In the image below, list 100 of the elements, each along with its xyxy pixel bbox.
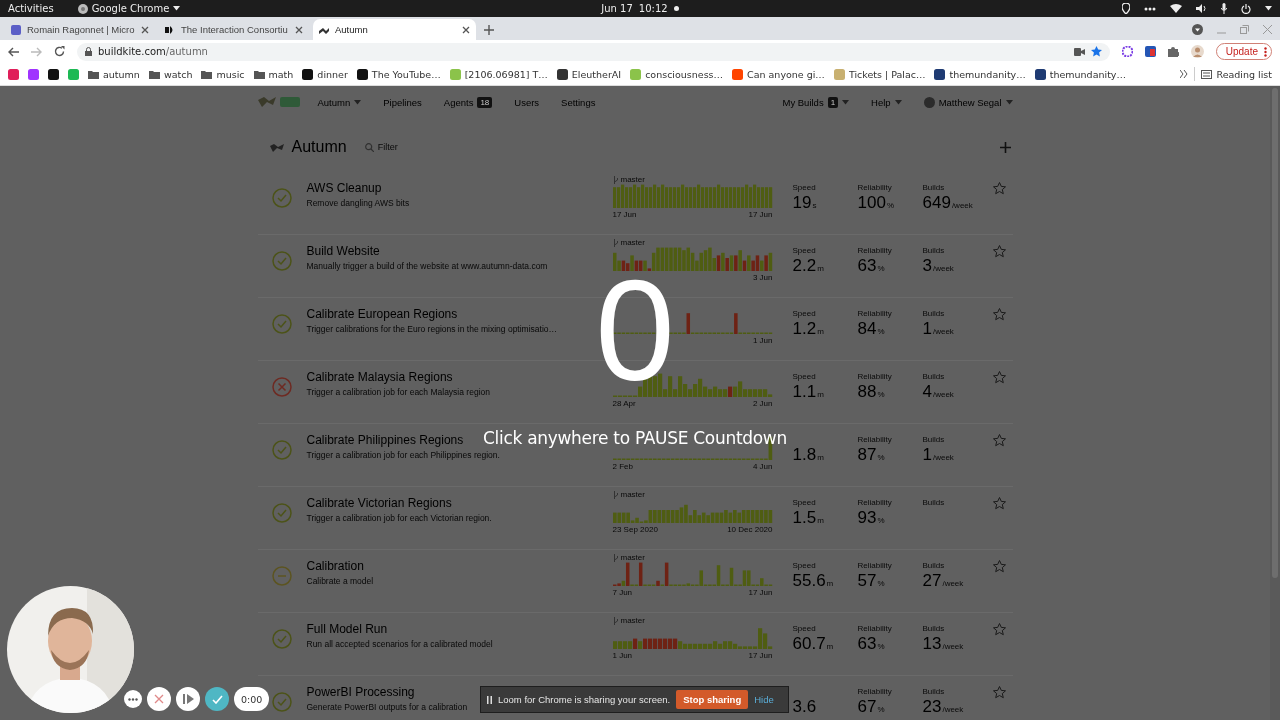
stat-unit: /week [951, 201, 973, 210]
stat-value: 88 [857, 382, 877, 402]
chart-date: 3 Jun [752, 273, 773, 282]
stat-label: Reliability [857, 372, 893, 381]
stat-value: 84 [857, 319, 877, 339]
bookmark[interactable]: EleutherAI [556, 68, 622, 80]
activities-button[interactable]: Activities [8, 3, 54, 14]
stat-label: Speed [792, 498, 817, 507]
stat-value: 19 [792, 193, 812, 213]
stat-label: Reliability [857, 498, 893, 507]
stat-unit: /week [932, 327, 954, 336]
stat-value: 27 [922, 571, 942, 591]
stat-label: Builds [922, 183, 946, 192]
countdown-message[interactable]: Click anywhere to PAUSE Countdown [483, 428, 787, 448]
bookmark[interactable]: math [253, 68, 294, 80]
stat-unit: m [826, 579, 834, 588]
stat-label: Reliability [857, 624, 893, 633]
bookmark[interactable]: dinner [302, 68, 348, 80]
banner-message: Loom for Chrome is sharing your screen. [498, 694, 671, 705]
clock-time[interactable]: 10:12 [638, 3, 668, 14]
stat-unit: % [877, 579, 885, 588]
stat-label: Reliability [857, 687, 893, 696]
stat-label: Builds [922, 435, 946, 444]
chart-date: 1 Jun [612, 651, 633, 660]
stat-unit: s [812, 201, 817, 210]
stat-label: Builds [922, 372, 946, 381]
stat-label: Builds [922, 624, 946, 633]
bookmark[interactable]: themundanity… [1034, 68, 1126, 80]
pipeline-description: Generate PowerBI outputs for a calibration [306, 702, 468, 712]
filter-field[interactable]: Filter [377, 142, 478, 152]
pipeline-description: Remove dangling AWS bits [306, 198, 410, 208]
browser-tab[interactable]: Romain Ragonnet | Micro [5, 19, 155, 40]
pipeline-description: Calibrate a model [306, 576, 374, 586]
browser-tab[interactable]: The Interaction Consortiu [159, 19, 309, 40]
reading-list-button[interactable]: Reading list [1201, 68, 1272, 80]
bookmark[interactable]: themundanity… [934, 68, 1026, 80]
app-menu[interactable]: Google Chrome [77, 3, 181, 14]
stat-value: 63 [857, 256, 877, 276]
browser-tab[interactable]: Autumn [313, 19, 476, 40]
pipeline-description: Run all accepted scenarios for a calibrated model [306, 639, 493, 649]
stat-label: Reliability [857, 183, 893, 192]
bookmark[interactable]: watch [148, 68, 193, 80]
branch-name: master [620, 616, 645, 625]
stat-value: 100 [857, 193, 886, 213]
chart-date: 17 Jun [612, 210, 637, 219]
chart-date: 28 Apr [612, 399, 636, 408]
stat-unit: % [877, 705, 885, 714]
stat-value: 67 [857, 697, 877, 717]
stat-label: Reliability [857, 309, 893, 318]
chart-date: 10 Dec 2020 [727, 525, 773, 534]
chart-date: 23 Sep 2020 [612, 525, 658, 534]
stat-value: 63 [857, 634, 877, 654]
url-path: /autumn [165, 46, 208, 57]
stat-label: Speed [792, 624, 817, 633]
stat-label: Builds [922, 561, 946, 570]
stat-label: Speed [792, 183, 817, 192]
bookmark[interactable]: autumn [88, 68, 140, 80]
stat-unit: /week [932, 390, 954, 399]
branch-name: master [620, 553, 645, 562]
stat-unit: % [877, 327, 885, 336]
stat-label: Speed [792, 561, 817, 570]
stat-value: 57 [857, 571, 877, 591]
bookmark[interactable]: consciousness… [630, 68, 724, 80]
stat-unit: % [877, 642, 885, 651]
nav-link[interactable]: My Builds 1 [782, 96, 850, 108]
page-title: Autumn [291, 138, 347, 156]
stat-value: 1.2 [792, 319, 817, 339]
stat-unit: % [877, 264, 885, 273]
branch-name: master [620, 238, 645, 247]
stat-value: 2.2 [792, 256, 817, 276]
pipeline-description: Trigger calibrations for the Euro regions in the mixing optimisatio… [306, 324, 558, 334]
address-bar[interactable]: buildkite.com/autumn [77, 42, 1110, 61]
stat-value: 649 [922, 193, 951, 213]
pipeline-description: Trigger a calibration job for each Malaysia region [306, 387, 490, 397]
bookmark[interactable]: music [201, 68, 245, 80]
stat-unit: m [826, 642, 834, 651]
stat-label: Speed [792, 246, 817, 255]
countdown-number: 0 [595, 259, 675, 402]
stat-unit: m [817, 264, 824, 273]
stat-value: 60.7 [792, 634, 826, 654]
stat-value: 1.5 [792, 508, 817, 528]
stat-label: Speed [792, 372, 817, 381]
stat-label: Reliability [857, 561, 893, 570]
bookmark[interactable]: The YouTube… [356, 68, 441, 80]
hide-link[interactable]: Hide [754, 694, 774, 705]
bookmark[interactable]: Tickets | Palac… [833, 68, 926, 80]
stat-value: 4 [922, 382, 932, 402]
update-button[interactable]: Update [1215, 43, 1272, 60]
clock-date[interactable]: Jun 17 [601, 3, 633, 14]
stop-sharing-button[interactable]: Stop sharing [676, 690, 749, 709]
bookmark[interactable]: Can anyone gi… [732, 68, 825, 80]
stat-label: Speed [792, 309, 817, 318]
nav-link[interactable]: Agents 18 [443, 96, 493, 108]
stat-unit: /week [942, 642, 964, 651]
stat-label: Builds [922, 687, 946, 696]
stat-unit: % [877, 453, 885, 462]
chart-date: 7 Jun [612, 588, 633, 597]
bookmark[interactable]: [2106.06981] T… [449, 68, 548, 80]
stat-value: 87 [857, 445, 877, 465]
stat-value: 3.6 [792, 697, 817, 717]
